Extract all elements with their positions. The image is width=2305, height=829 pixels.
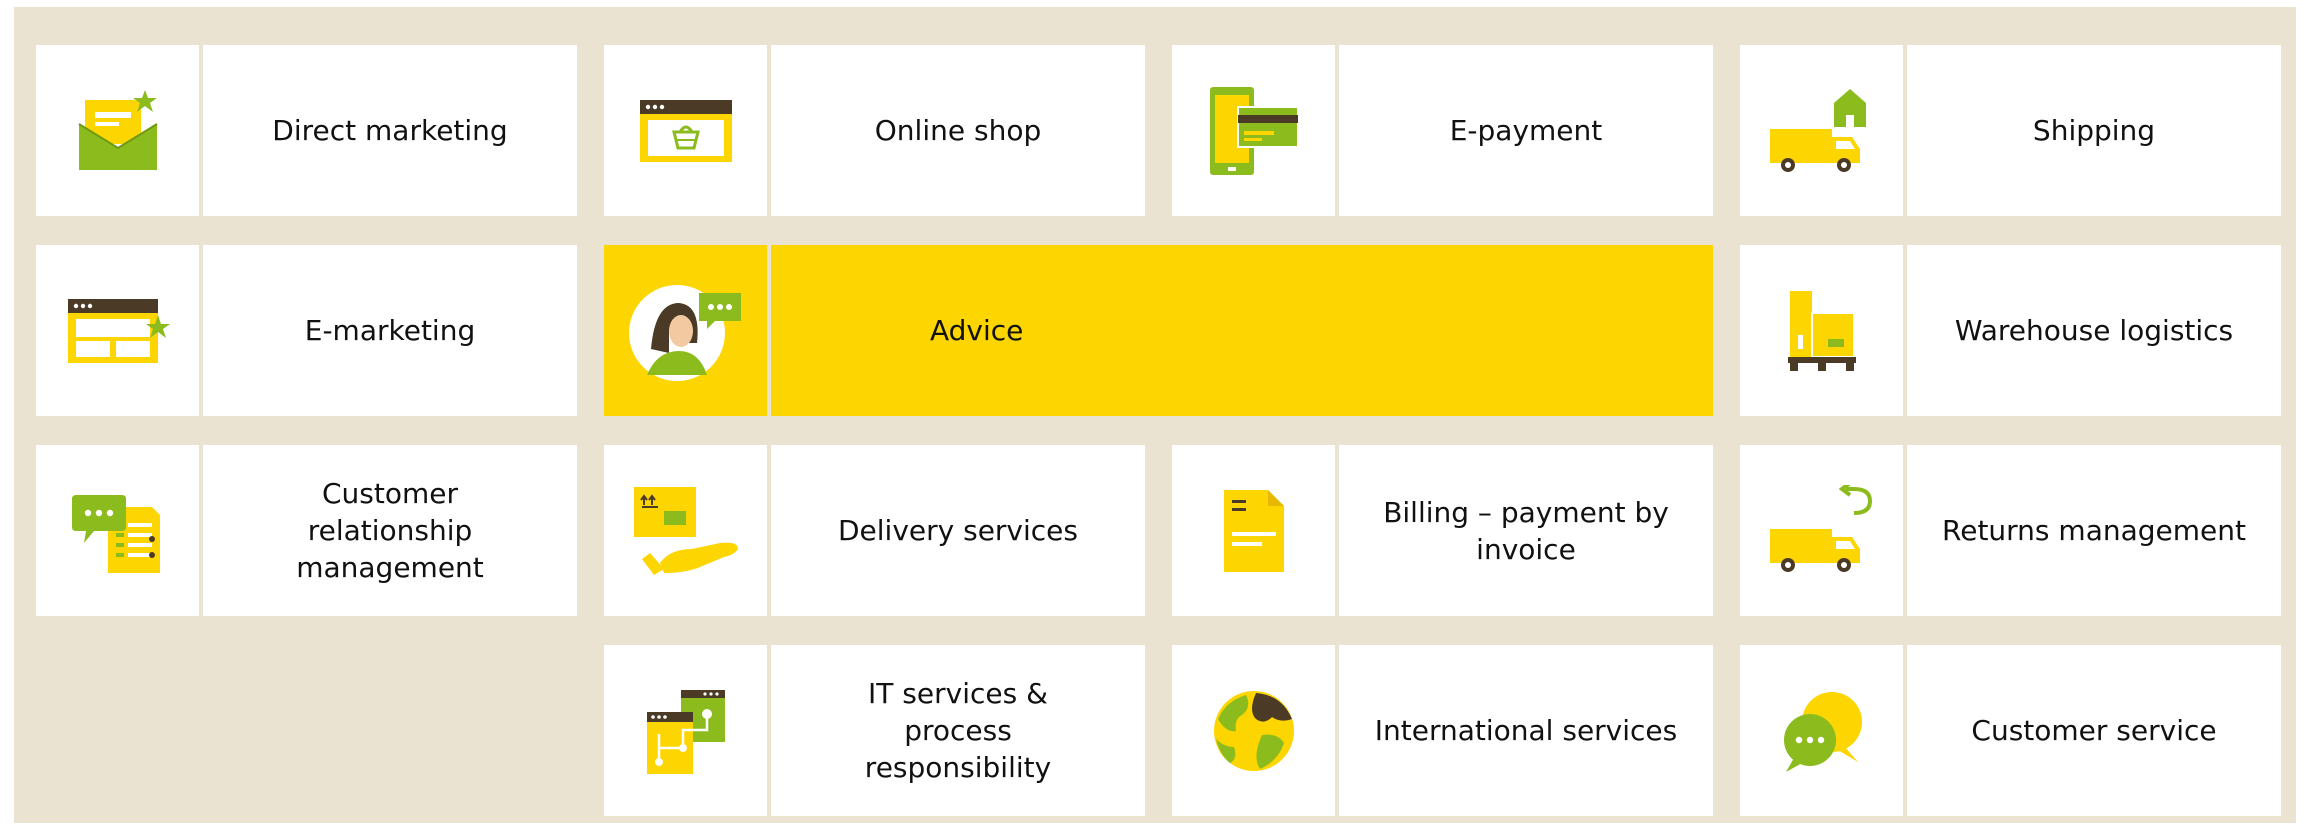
service-label: Billing – payment by invoice [1339,445,1713,616]
services-grid: Direct marketing Online shop E-payment S… [14,7,2296,823]
service-tile-customer-service[interactable]: Customer service [1740,645,2281,816]
payment-card-icon [1204,83,1304,179]
service-tile-advice[interactable]: Advice [604,245,1713,416]
service-label: International services [1339,645,1713,816]
crm-document-icon [68,483,168,579]
service-label: Warehouse logistics [1907,245,2281,416]
advisor-person-icon [627,279,745,383]
service-tile-international-services[interactable]: International services [1172,645,1713,816]
returns-truck-icon [1766,484,1878,577]
service-tile-crm[interactable]: Customer relationship management [36,445,577,616]
speech-bubbles-icon [1780,688,1864,774]
service-tile-warehouse-logistics[interactable]: Warehouse logistics [1740,245,2281,416]
invoice-icon [1222,488,1286,574]
service-label: Online shop [771,45,1145,216]
process-flow-icon [643,686,729,776]
service-tile-delivery-services[interactable]: Delivery services [604,445,1145,616]
shop-basket-icon [638,96,734,166]
service-label: Returns management [1907,445,2281,616]
service-label: Customer service [1907,645,2281,816]
globe-icon [1212,689,1296,773]
service-tile-shipping[interactable]: Shipping [1740,45,2281,216]
delivery-truck-icon [1766,85,1878,177]
service-label: E-payment [1339,45,1713,216]
service-label: Shipping [1907,45,2281,216]
service-tile-direct-marketing[interactable]: Direct marketing [36,45,577,216]
service-tile-billing[interactable]: Billing – payment by invoice [1172,445,1713,616]
service-label: Delivery services [771,445,1145,616]
service-tile-online-shop[interactable]: Online shop [604,45,1145,216]
service-label: E-marketing [203,245,577,416]
service-tile-e-payment[interactable]: E-payment [1172,45,1713,216]
parcel-hand-icon [630,483,742,579]
service-label: Customer relationship management [203,445,577,616]
service-label: IT services & process responsibility [771,645,1145,816]
warehouse-boxes-icon [1784,289,1860,373]
service-label: Direct marketing [203,45,577,216]
service-label: Advice [771,245,1713,416]
service-tile-e-marketing[interactable]: E-marketing [36,245,577,416]
browser-window-icon [66,293,170,369]
service-tile-returns-management[interactable]: Returns management [1740,445,2281,616]
mail-envelope-icon [73,86,163,176]
service-tile-it-services[interactable]: IT services & process responsibility [604,645,1145,816]
